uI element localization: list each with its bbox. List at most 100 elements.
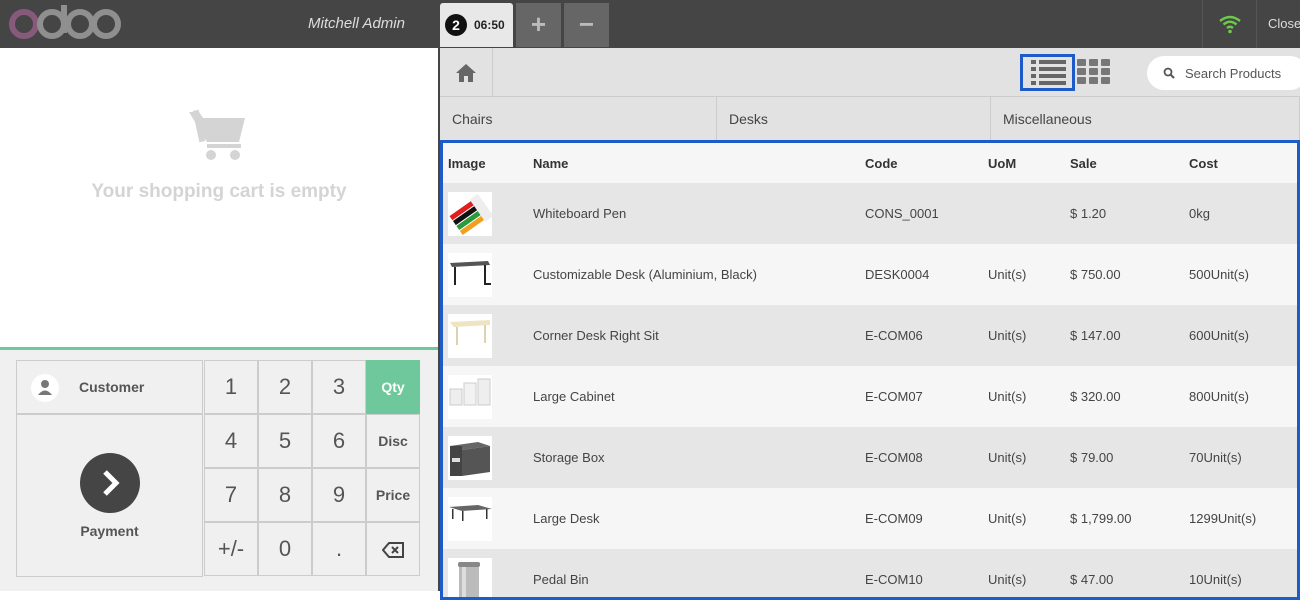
product-name: Whiteboard Pen [533,183,865,244]
shopping-cart-icon [187,108,249,162]
product-row[interactable]: Large Desk E-COM09 Unit(s) $ 1,799.00 12… [443,488,1297,549]
search-icon [1163,67,1175,79]
order-time: 06:50 [474,18,505,32]
product-cost: 70Unit(s) [1189,427,1297,488]
product-code: E-COM08 [865,427,988,488]
column-header-sale: Sale [1070,143,1189,183]
numpad-key-5[interactable]: 5 [258,414,312,468]
mode-disc-button[interactable]: Disc [366,414,420,468]
numpad-key-4[interactable]: 4 [204,414,258,468]
product-name: Large Cabinet [533,366,865,427]
whiteboard-pen-image [448,192,492,236]
separator [1256,0,1257,48]
customer-button[interactable]: Customer [16,360,203,414]
product-row[interactable]: Customizable Desk (Aluminium, Black) DES… [443,244,1297,305]
numpad-key-9[interactable]: 9 [312,468,366,522]
close-button[interactable]: Close [1268,16,1300,31]
product-table: Image Name Code UoM Sale Cost [443,143,1297,600]
numpad-key-6[interactable]: 6 [312,414,366,468]
cashier-name[interactable]: Mitchell Admin [308,15,405,32]
cart-empty-text: Your shopping cart is empty [0,181,438,203]
product-name: Pedal Bin [533,549,865,600]
column-header-name: Name [533,143,865,183]
column-header-uom: UoM [988,143,1070,183]
pedal-bin-image [448,558,492,600]
product-image-cell [443,366,533,427]
search-placeholder: Search Products [1185,66,1281,81]
product-sale: $ 750.00 [1070,244,1189,305]
desk-image [448,253,492,297]
column-header-code: Code [865,143,988,183]
control-pad: Customer Payment 1 2 3 Qty 4 5 6 Disc 7 … [0,347,438,591]
backspace-button[interactable] [366,522,420,576]
product-sale: $ 47.00 [1070,549,1189,600]
product-sale: $ 79.00 [1070,427,1189,488]
payment-label: Payment [17,523,202,539]
category-chairs[interactable]: Chairs [440,97,717,141]
add-order-button[interactable]: + [516,3,561,47]
product-uom: Unit(s) [988,244,1070,305]
backspace-icon [382,542,404,558]
product-sale: $ 1,799.00 [1070,488,1189,549]
product-image-cell [443,305,533,366]
product-controls: Search Products [440,48,1300,97]
customer-label: Customer [79,379,144,395]
numpad-key-0[interactable]: 0 [258,522,312,576]
separator [1202,0,1203,48]
category-desks[interactable]: Desks [716,97,991,141]
product-code: E-COM06 [865,305,988,366]
product-cost: 600Unit(s) [1189,305,1297,366]
remove-order-button[interactable]: − [564,3,609,47]
home-button[interactable] [440,48,493,97]
grid-view-icon[interactable] [1076,58,1112,86]
product-uom: Unit(s) [988,549,1070,600]
payment-button[interactable]: Payment [16,414,203,577]
product-image-cell [443,244,533,305]
top-bar: Mitchell Admin 2 06:50 + − Close [0,0,1300,48]
product-row[interactable]: Corner Desk Right Sit E-COM06 Unit(s) $ … [443,305,1297,366]
mode-price-button[interactable]: Price [366,468,420,522]
product-image-cell [443,183,533,244]
product-list: Image Name Code UoM Sale Cost [440,140,1300,600]
product-cost: 800Unit(s) [1189,366,1297,427]
product-image-cell [443,549,533,600]
search-input[interactable]: Search Products [1147,56,1300,90]
category-miscellaneous[interactable]: Miscellaneous [990,97,1300,141]
product-code: E-COM07 [865,366,988,427]
mode-qty-button[interactable]: Qty [366,360,420,414]
product-cost: 500Unit(s) [1189,244,1297,305]
order-number: 2 [445,14,467,36]
cart-empty-state [0,108,438,167]
product-pane: Search Products Chairs Desks Miscellaneo… [440,48,1300,591]
product-name: Large Desk [533,488,865,549]
product-cost: 1299Unit(s) [1189,488,1297,549]
numpad-key-1[interactable]: 1 [204,360,258,414]
product-uom: Unit(s) [988,305,1070,366]
order-tab[interactable]: 2 06:50 [440,3,513,47]
product-image-cell [443,488,533,549]
numpad-key-2[interactable]: 2 [258,360,312,414]
product-sale: $ 1.20 [1070,183,1189,244]
product-image-cell [443,427,533,488]
product-sale: $ 320.00 [1070,366,1189,427]
product-row[interactable]: Storage Box E-COM08 Unit(s) $ 79.00 70Un… [443,427,1297,488]
numpad-key-8[interactable]: 8 [258,468,312,522]
user-icon [31,374,59,402]
numpad-key-3[interactable]: 3 [312,360,366,414]
numpad-key-7[interactable]: 7 [204,468,258,522]
list-view-button[interactable] [1020,54,1075,91]
order-pane: Your shopping cart is empty Customer Pay… [0,48,438,591]
product-code: CONS_0001 [865,183,988,244]
column-header-image: Image [443,143,533,183]
numpad-key-dot[interactable]: . [312,522,366,576]
product-code: DESK0004 [865,244,988,305]
product-row[interactable]: Whiteboard Pen CONS_0001 $ 1.20 0kg [443,183,1297,244]
product-row[interactable]: Large Cabinet E-COM07 Unit(s) $ 320.00 8… [443,366,1297,427]
numpad-key-sign[interactable]: +/- [204,522,258,576]
product-uom [988,183,1070,244]
product-name: Corner Desk Right Sit [533,305,865,366]
product-uom: Unit(s) [988,488,1070,549]
wifi-icon[interactable] [1218,14,1242,34]
product-row[interactable]: Pedal Bin E-COM10 Unit(s) $ 47.00 10Unit… [443,549,1297,600]
home-icon [455,63,477,83]
